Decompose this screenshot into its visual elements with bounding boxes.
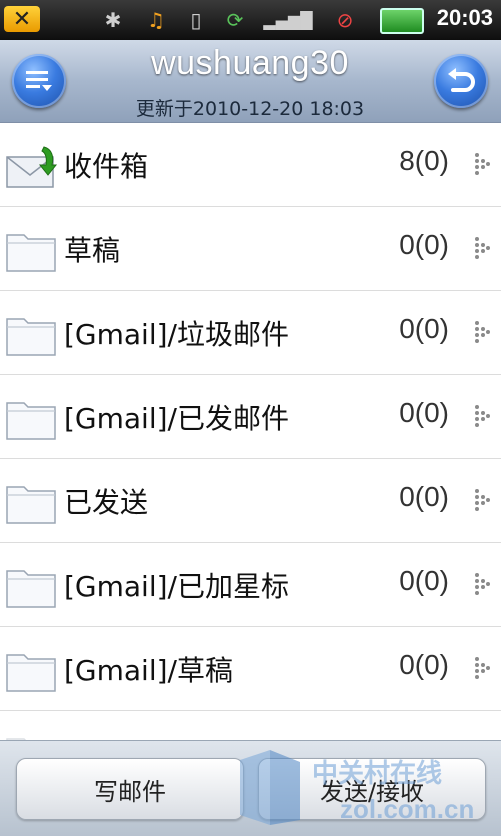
- folder-row-gmail-sent[interactable]: [Gmail]/已发邮件 0(0): [0, 375, 501, 459]
- drag-handle-icon[interactable]: [471, 149, 491, 179]
- folder-count: 0(0): [399, 229, 449, 260]
- folder-icon: [6, 402, 56, 440]
- folder-icon: [6, 318, 56, 356]
- bottom-toolbar: 写邮件 发送/接收: [0, 740, 501, 836]
- folder-row-gmail-spam[interactable]: [Gmail]/垃圾邮件 0(0): [0, 291, 501, 375]
- title-bar: wushuang30 更新于2010-12-20 18:03: [0, 40, 501, 123]
- folder-icon: [6, 654, 56, 692]
- last-updated: 更新于2010-12-20 18:03: [135, 98, 365, 120]
- vibrate-icon: ▯: [190, 8, 202, 32]
- folder-label: [Gmail]/垃圾邮件: [64, 318, 289, 351]
- folder-label: 收件箱: [64, 150, 149, 183]
- signal-3g-icon: ▂▄▆█: [263, 10, 313, 30]
- status-time: 20:03: [436, 5, 493, 30]
- folder-label: 已发送: [64, 486, 149, 519]
- folder-count: 0(0): [399, 649, 449, 680]
- mail-notification-icon[interactable]: ✕: [4, 6, 40, 32]
- menu-button[interactable]: [12, 54, 66, 108]
- inbox-envelope-icon: [6, 146, 58, 188]
- folder-row-sent[interactable]: 已发送 0(0): [0, 459, 501, 543]
- folder-row-gmail-starred[interactable]: [Gmail]/已加星标 0(0): [0, 543, 501, 627]
- music-icon: ♫: [147, 8, 165, 32]
- folder-icon: [6, 234, 56, 272]
- menu-icon: [26, 71, 52, 91]
- status-bar: ✕ ✱ ♫ ▯ ⟳ ▂▄▆█ ⊘ 20:03: [0, 0, 501, 40]
- folder-count: 0(0): [399, 397, 449, 428]
- battery-icon: [380, 8, 424, 34]
- sync-icon: ⟳: [226, 8, 244, 32]
- back-button[interactable]: [434, 54, 488, 108]
- folder-row-inbox[interactable]: 收件箱 8(0): [0, 123, 501, 207]
- compose-button[interactable]: 写邮件: [16, 758, 244, 820]
- bluetooth-icon: ✱: [104, 8, 122, 32]
- folder-label: [Gmail]/已发邮件: [64, 402, 289, 435]
- folder-label: [Gmail]/已加星标: [64, 570, 289, 603]
- page-title: wushuang30: [151, 44, 349, 82]
- drag-handle-icon[interactable]: [471, 569, 491, 599]
- drag-handle-icon[interactable]: [471, 233, 491, 263]
- folder-row-drafts[interactable]: 草稿 0(0): [0, 207, 501, 291]
- folder-list: 收件箱 8(0) 草稿 0(0) [Gmail]/垃圾邮件 0(0) [Gmai…: [0, 123, 501, 740]
- folder-icon: [6, 738, 27, 740]
- back-icon: [448, 68, 475, 92]
- folder-row-partial[interactable]: [0, 711, 501, 740]
- folder-row-gmail-drafts[interactable]: [Gmail]/草稿 0(0): [0, 627, 501, 711]
- drag-handle-icon[interactable]: [471, 653, 491, 683]
- folder-count: 8(0): [399, 145, 449, 176]
- drag-handle-icon[interactable]: [471, 485, 491, 515]
- folder-count: 0(0): [399, 565, 449, 596]
- drag-handle-icon[interactable]: [471, 317, 491, 347]
- folder-icon: [6, 486, 56, 524]
- send-receive-button[interactable]: 发送/接收: [258, 758, 486, 820]
- drag-handle-icon[interactable]: [471, 401, 491, 431]
- folder-count: 0(0): [399, 481, 449, 512]
- folder-icon: [6, 570, 56, 608]
- folder-count: 0(0): [399, 313, 449, 344]
- folder-label: [Gmail]/草稿: [64, 654, 233, 687]
- alarm-icon: ⊘: [336, 8, 354, 32]
- folder-label: 草稿: [64, 234, 121, 267]
